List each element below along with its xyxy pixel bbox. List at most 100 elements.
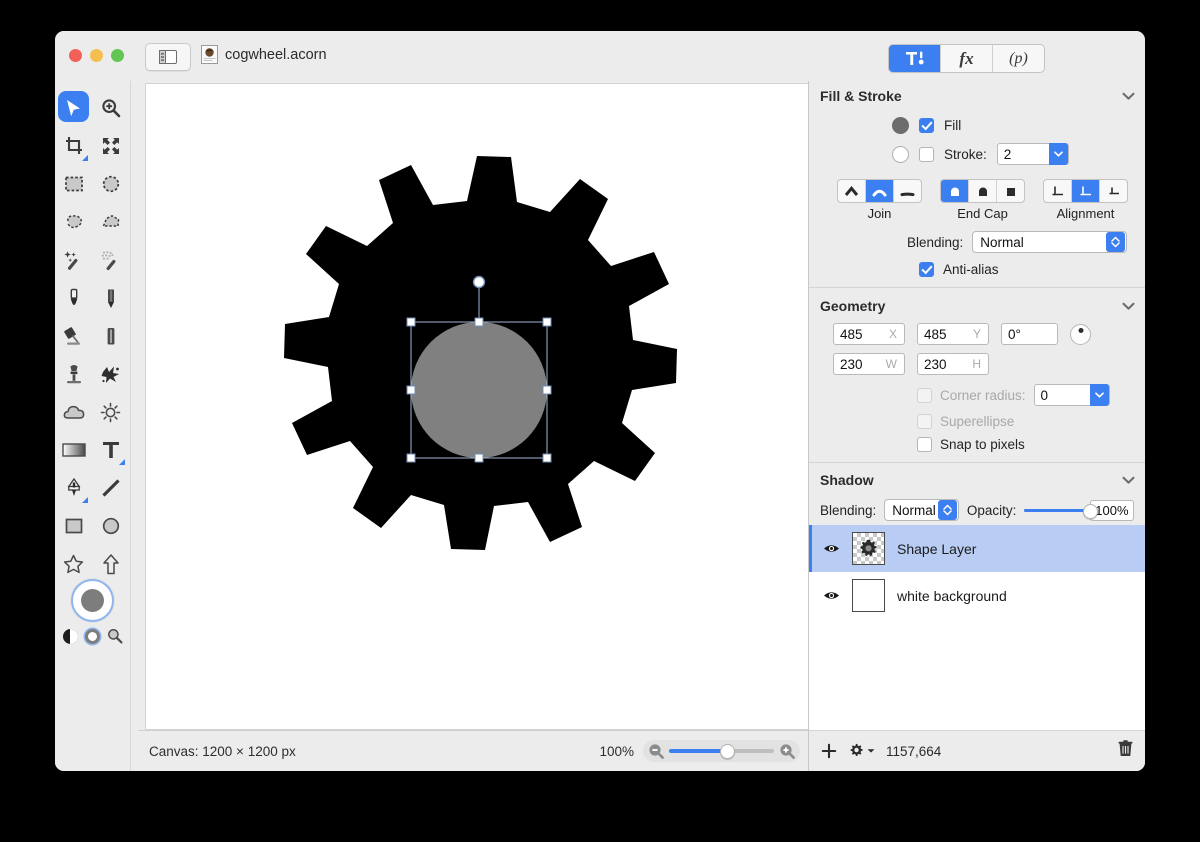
delete-layer-button[interactable]: [1118, 740, 1133, 762]
shadow-header[interactable]: Shadow: [809, 465, 1145, 495]
fill-checkbox[interactable]: [919, 118, 934, 133]
rectangular-select-tool[interactable]: [55, 165, 92, 203]
geometry-rotation-field[interactable]: 0°: [1001, 323, 1058, 345]
anti-alias-checkbox[interactable]: [919, 262, 934, 277]
geometry-y-field[interactable]: 485 Y: [917, 323, 989, 345]
minimize-button[interactable]: [90, 49, 103, 62]
zoom-slider-knob[interactable]: [720, 744, 735, 759]
inspector-mode-segmented-control[interactable]: fx (p): [888, 44, 1045, 73]
elliptical-select-tool[interactable]: [92, 165, 129, 203]
sun-dodge-icon: [100, 402, 121, 422]
opacity-slider-track[interactable]: [1024, 503, 1099, 519]
crop-tool[interactable]: [55, 127, 92, 165]
smudge-tool[interactable]: [92, 355, 129, 393]
opacity-slider-knob[interactable]: [1083, 503, 1099, 519]
alignment-segmented-control[interactable]: [1043, 179, 1128, 203]
instant-alpha-tool[interactable]: [92, 241, 129, 279]
selected-circle-shape[interactable]: [411, 322, 547, 458]
snap-to-pixels-checkbox[interactable]: [917, 437, 932, 452]
tab-fx[interactable]: fx: [941, 45, 993, 72]
end-cap-square-button[interactable]: [969, 180, 997, 202]
gear-icon: [860, 539, 877, 557]
end-cap-butt-button[interactable]: [997, 180, 1024, 202]
chevron-down-icon[interactable]: [1122, 476, 1135, 485]
stroke-width-dropdown-button[interactable]: [1048, 143, 1068, 165]
canvas-sheet[interactable]: [145, 83, 808, 730]
rotation-dial[interactable]: [1070, 323, 1091, 345]
layer-row-white-background[interactable]: white background: [809, 572, 1145, 619]
zoom-slider-track[interactable]: [669, 744, 774, 759]
superellipse-checkbox[interactable]: [917, 414, 932, 429]
join-round-button[interactable]: [866, 180, 894, 202]
geometry-h-field[interactable]: 230 H: [917, 353, 989, 375]
geometry-x-field[interactable]: 485 X: [833, 323, 905, 345]
join-bevel-button[interactable]: [894, 180, 921, 202]
layers-list[interactable]: Shape Layer white background: [809, 525, 1145, 730]
alignment-outside-button[interactable]: [1100, 180, 1127, 202]
line-tool[interactable]: [92, 469, 129, 507]
arrow-tool[interactable]: [92, 545, 129, 583]
geometry-header[interactable]: Geometry: [809, 291, 1145, 321]
layer-actions-menu[interactable]: [848, 743, 875, 759]
eye-icon[interactable]: [823, 542, 840, 555]
paintbrush-tool[interactable]: [55, 279, 92, 317]
zoom-slider-group[interactable]: [643, 740, 800, 762]
chevron-down-icon[interactable]: [1122, 92, 1135, 101]
end-cap-segmented-control[interactable]: [940, 179, 1025, 203]
corner-radius-dropdown-button[interactable]: [1089, 384, 1109, 406]
close-button[interactable]: [69, 49, 82, 62]
transform-tool[interactable]: [92, 127, 129, 165]
tab-tools[interactable]: [889, 45, 941, 72]
join-miter-button[interactable]: [838, 180, 866, 202]
move-tool[interactable]: [55, 89, 92, 127]
rectangle-tool[interactable]: [55, 507, 92, 545]
canvas-scroll-area[interactable]: [138, 81, 808, 731]
corner-radius-checkbox[interactable]: [917, 387, 932, 403]
canvas-artwork[interactable]: [146, 84, 808, 729]
end-cap-round-icon: [950, 187, 959, 196]
bezier-pen-tool[interactable]: [55, 469, 92, 507]
magnifier-plus-icon[interactable]: [779, 743, 795, 759]
rotation-handle[interactable]: [472, 275, 486, 289]
star-tool[interactable]: [55, 545, 92, 583]
text-tool[interactable]: [92, 431, 129, 469]
dodge-burn-tool[interactable]: [92, 393, 129, 431]
eye-icon[interactable]: [823, 589, 840, 602]
end-cap-round-button[interactable]: [941, 180, 969, 202]
magnifier-minus-icon[interactable]: [648, 743, 664, 759]
clone-stamp-tool[interactable]: [55, 355, 92, 393]
alignment-inside-button[interactable]: [1044, 180, 1072, 202]
layer-blending-popup[interactable]: Normal: [884, 499, 959, 521]
stroke-width-field[interactable]: 2: [996, 143, 1069, 165]
paint-bucket-tool[interactable]: [55, 317, 92, 355]
geometry-w-field[interactable]: 230 W: [833, 353, 905, 375]
eraser-tool[interactable]: [92, 317, 129, 355]
blur-tool[interactable]: [55, 393, 92, 431]
document-title-area[interactable]: cogwheel.acorn: [201, 45, 327, 64]
ellipse-tool[interactable]: [92, 507, 129, 545]
polygon-select-tool[interactable]: [92, 203, 129, 241]
stroke-checkbox[interactable]: [919, 146, 934, 162]
lasso-tool[interactable]: [55, 203, 92, 241]
zoom-button[interactable]: [111, 49, 124, 62]
chevron-down-icon[interactable]: [1122, 302, 1135, 311]
magic-wand-tool[interactable]: [55, 241, 92, 279]
join-segmented-control[interactable]: [837, 179, 922, 203]
color-picker-magnifier-icon[interactable]: [107, 628, 123, 644]
blending-popup[interactable]: Normal: [972, 231, 1128, 253]
pencil-tool[interactable]: [92, 279, 129, 317]
plus-icon[interactable]: [821, 743, 837, 759]
reset-colors-icon[interactable]: [84, 628, 100, 644]
foreground-color-well[interactable]: [71, 579, 114, 622]
fill-stroke-header[interactable]: Fill & Stroke: [809, 81, 1145, 111]
gradient-tool[interactable]: [55, 431, 92, 469]
layer-row-shape-layer[interactable]: Shape Layer: [809, 525, 1145, 572]
zoom-tool[interactable]: [92, 89, 129, 127]
corner-radius-field[interactable]: 0: [1033, 384, 1110, 406]
sidebar-toggle-button[interactable]: [145, 43, 191, 71]
alignment-center-button[interactable]: [1072, 180, 1100, 202]
tab-palette[interactable]: (p): [993, 45, 1044, 72]
swap-colors-icon[interactable]: [62, 628, 78, 644]
stroke-color-swatch[interactable]: [892, 145, 909, 163]
fill-color-swatch[interactable]: [892, 117, 909, 134]
